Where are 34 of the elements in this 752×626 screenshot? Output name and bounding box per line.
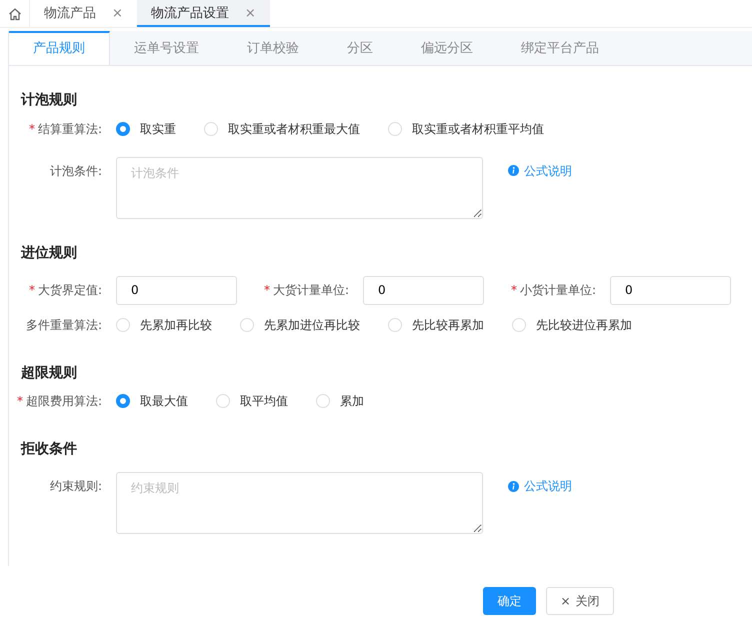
field-label: 约束规则: [48, 478, 103, 496]
radio-option[interactable]: 取最大值 [116, 387, 188, 416]
field-label: * 结算重算法: [28, 120, 103, 138]
info-icon [508, 165, 519, 176]
radio-option[interactable]: 先比较再累加 [388, 310, 484, 339]
text-area[interactable]: 约束规则 [116, 472, 483, 534]
section-heading: 拒收条件 [20, 440, 78, 458]
radio-option[interactable]: 先比较进位再累加 [512, 310, 632, 339]
section-heading: 计泡规则 [20, 91, 78, 109]
radio-option[interactable]: 先累加进位再比较 [240, 310, 360, 339]
close-icon[interactable]: × [112, 4, 123, 24]
home-icon[interactable] [8, 6, 22, 20]
text-input[interactable]: 0 [610, 276, 731, 305]
radio-option[interactable]: 取实重 [116, 114, 176, 143]
page-tab[interactable]: 物流产品设置 × [136, 0, 270, 27]
radio-option[interactable]: 取实重或者材积重最大值 [204, 114, 360, 143]
text-input[interactable]: 0 [116, 276, 237, 305]
radio-option[interactable]: 先累加再比较 [116, 310, 212, 339]
text-input[interactable]: 0 [363, 276, 484, 305]
field-label: 多件重量算法: [24, 316, 103, 334]
radio-option[interactable]: 取平均值 [216, 387, 288, 416]
close-button[interactable]: × 关闭 [546, 587, 614, 615]
radio-option[interactable]: 累加 [316, 387, 364, 416]
field-label: * 大货界定值: [28, 282, 103, 299]
section-heading: 超限规则 [20, 364, 78, 382]
radio-option[interactable]: 取实重或者材积重平均值 [388, 114, 544, 143]
info-icon [508, 480, 519, 492]
field-label: * 超限费用算法: [16, 393, 103, 410]
section-heading: 进位规则 [20, 244, 78, 262]
close-icon: × [560, 594, 571, 608]
field-label: * 大货计量单位: [262, 282, 350, 299]
text-area[interactable]: 计泡条件 [116, 156, 483, 219]
field-label: 计泡条件: [48, 162, 103, 180]
field-label: * 小货计量单位: [510, 282, 597, 299]
